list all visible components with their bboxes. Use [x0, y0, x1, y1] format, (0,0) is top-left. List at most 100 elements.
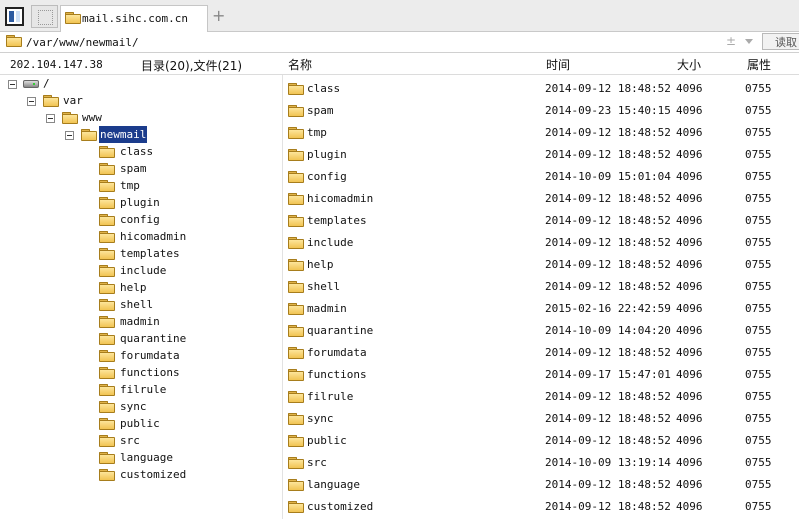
table-row[interactable]: class 2014-09-12 18:48:52 4096 0755	[283, 78, 799, 100]
file-perm[interactable]: 0755	[745, 390, 772, 403]
file-perm[interactable]: 0755	[745, 280, 772, 293]
new-tab-button[interactable]: +	[212, 8, 225, 24]
file-perm[interactable]: 0755	[745, 302, 772, 315]
column-header-perm[interactable]: 属性	[747, 56, 771, 73]
table-row[interactable]: templates 2014-09-12 18:48:52 4096 0755	[283, 210, 799, 232]
file-name[interactable]: config	[307, 170, 347, 183]
file-perm[interactable]: 0755	[745, 126, 772, 139]
file-name[interactable]: forumdata	[307, 346, 367, 359]
file-name[interactable]: plugin	[307, 148, 347, 161]
file-name[interactable]: public	[307, 434, 347, 447]
file-name[interactable]: sync	[307, 412, 334, 425]
file-perm[interactable]: 0755	[745, 214, 772, 227]
tab-active[interactable]: mail.sihc.com.cn	[60, 5, 208, 32]
read-button[interactable]: 读取	[762, 33, 799, 50]
file-perm[interactable]: 0755	[745, 170, 772, 183]
file-name[interactable]: shell	[307, 280, 340, 293]
chevron-down-icon[interactable]	[745, 39, 753, 44]
table-row[interactable]: sync 2014-09-12 18:48:52 4096 0755	[283, 408, 799, 430]
tree-node-child[interactable]: public	[0, 415, 280, 432]
file-name[interactable]: templates	[307, 214, 367, 227]
column-header-size[interactable]: 大小	[677, 56, 701, 73]
table-row[interactable]: spam 2014-09-23 15:40:15 4096 0755	[283, 100, 799, 122]
sidebar-toggle-icon[interactable]	[5, 7, 24, 26]
file-name[interactable]: madmin	[307, 302, 347, 315]
table-row[interactable]: language 2014-09-12 18:48:52 4096 0755	[283, 474, 799, 496]
tree-node-child[interactable]: spam	[0, 160, 280, 177]
table-row[interactable]: help 2014-09-12 18:48:52 4096 0755	[283, 254, 799, 276]
table-row[interactable]: plugin 2014-09-12 18:48:52 4096 0755	[283, 144, 799, 166]
plus-minus-icon[interactable]: ±	[726, 34, 736, 48]
table-row[interactable]: madmin 2015-02-16 22:42:59 4096 0755	[283, 298, 799, 320]
tree-node-child[interactable]: include	[0, 262, 280, 279]
collapse-icon[interactable]	[65, 131, 74, 140]
table-row[interactable]: forumdata 2014-09-12 18:48:52 4096 0755	[283, 342, 799, 364]
tree-node-child[interactable]: tmp	[0, 177, 280, 194]
blank-tab-icon[interactable]	[31, 5, 58, 28]
file-name[interactable]: class	[307, 82, 340, 95]
table-row[interactable]: quarantine 2014-10-09 14:04:20 4096 0755	[283, 320, 799, 342]
file-perm[interactable]: 0755	[745, 456, 772, 469]
file-perm[interactable]: 0755	[745, 192, 772, 205]
file-perm[interactable]: 0755	[745, 346, 772, 359]
file-name[interactable]: src	[307, 456, 327, 469]
tree-node-child[interactable]: templates	[0, 245, 280, 262]
collapse-icon[interactable]	[27, 97, 36, 106]
file-name[interactable]: customized	[307, 500, 373, 513]
tree-node-child[interactable]: help	[0, 279, 280, 296]
tree-node-child[interactable]: hicomadmin	[0, 228, 280, 245]
table-row[interactable]: src 2014-10-09 13:19:14 4096 0755	[283, 452, 799, 474]
file-perm[interactable]: 0755	[745, 104, 772, 117]
file-perm[interactable]: 0755	[745, 368, 772, 381]
tree-node-child[interactable]: config	[0, 211, 280, 228]
column-header-name[interactable]: 名称	[288, 56, 312, 73]
table-row[interactable]: filrule 2014-09-12 18:48:52 4096 0755	[283, 386, 799, 408]
tree-node-child[interactable]: class	[0, 143, 280, 160]
tree-node-child[interactable]: forumdata	[0, 347, 280, 364]
file-name[interactable]: filrule	[307, 390, 353, 403]
table-row[interactable]: config 2014-10-09 15:01:04 4096 0755	[283, 166, 799, 188]
file-perm[interactable]: 0755	[745, 236, 772, 249]
tree-node-child[interactable]: customized	[0, 466, 280, 483]
tree-node-child[interactable]: shell	[0, 296, 280, 313]
collapse-icon[interactable]	[46, 114, 55, 123]
tree-node-child[interactable]: plugin	[0, 194, 280, 211]
tree-node-child[interactable]: madmin	[0, 313, 280, 330]
file-perm[interactable]: 0755	[745, 412, 772, 425]
table-row[interactable]: shell 2014-09-12 18:48:52 4096 0755	[283, 276, 799, 298]
tree-node-child[interactable]: filrule	[0, 381, 280, 398]
file-name[interactable]: hicomadmin	[307, 192, 373, 205]
file-name[interactable]: functions	[307, 368, 367, 381]
file-perm[interactable]: 0755	[745, 148, 772, 161]
tree-node-root[interactable]: /	[0, 75, 280, 92]
table-row[interactable]: include 2014-09-12 18:48:52 4096 0755	[283, 232, 799, 254]
file-name[interactable]: include	[307, 236, 353, 249]
file-perm[interactable]: 0755	[745, 324, 772, 337]
file-name[interactable]: help	[307, 258, 334, 271]
table-row[interactable]: hicomadmin 2014-09-12 18:48:52 4096 0755	[283, 188, 799, 210]
table-row[interactable]: tmp 2014-09-12 18:48:52 4096 0755	[283, 122, 799, 144]
path-input[interactable]: /var/www/newmail/	[26, 36, 139, 49]
collapse-icon[interactable]	[8, 80, 17, 89]
tree-node-www[interactable]: www	[0, 109, 280, 126]
tree-node-child[interactable]: quarantine	[0, 330, 280, 347]
column-header-time[interactable]: 时间	[546, 56, 570, 73]
file-name[interactable]: language	[307, 478, 360, 491]
tree-node-child[interactable]: functions	[0, 364, 280, 381]
tree-node-newmail[interactable]: newmail	[0, 126, 280, 143]
table-row[interactable]: public 2014-09-12 18:48:52 4096 0755	[283, 430, 799, 452]
file-name[interactable]: tmp	[307, 126, 327, 139]
file-name[interactable]: quarantine	[307, 324, 373, 337]
file-name[interactable]: spam	[307, 104, 334, 117]
tree-node-var[interactable]: var	[0, 92, 280, 109]
table-row[interactable]: functions 2014-09-17 15:47:01 4096 0755	[283, 364, 799, 386]
tree-node-child[interactable]: src	[0, 432, 280, 449]
tree-node-child[interactable]: sync	[0, 398, 280, 415]
table-row[interactable]: customized 2014-09-12 18:48:52 4096 0755	[283, 496, 799, 518]
file-perm[interactable]: 0755	[745, 500, 772, 513]
file-perm[interactable]: 0755	[745, 434, 772, 447]
file-perm[interactable]: 0755	[745, 258, 772, 271]
tree-node-child[interactable]: language	[0, 449, 280, 466]
file-perm[interactable]: 0755	[745, 478, 772, 491]
file-perm[interactable]: 0755	[745, 82, 772, 95]
